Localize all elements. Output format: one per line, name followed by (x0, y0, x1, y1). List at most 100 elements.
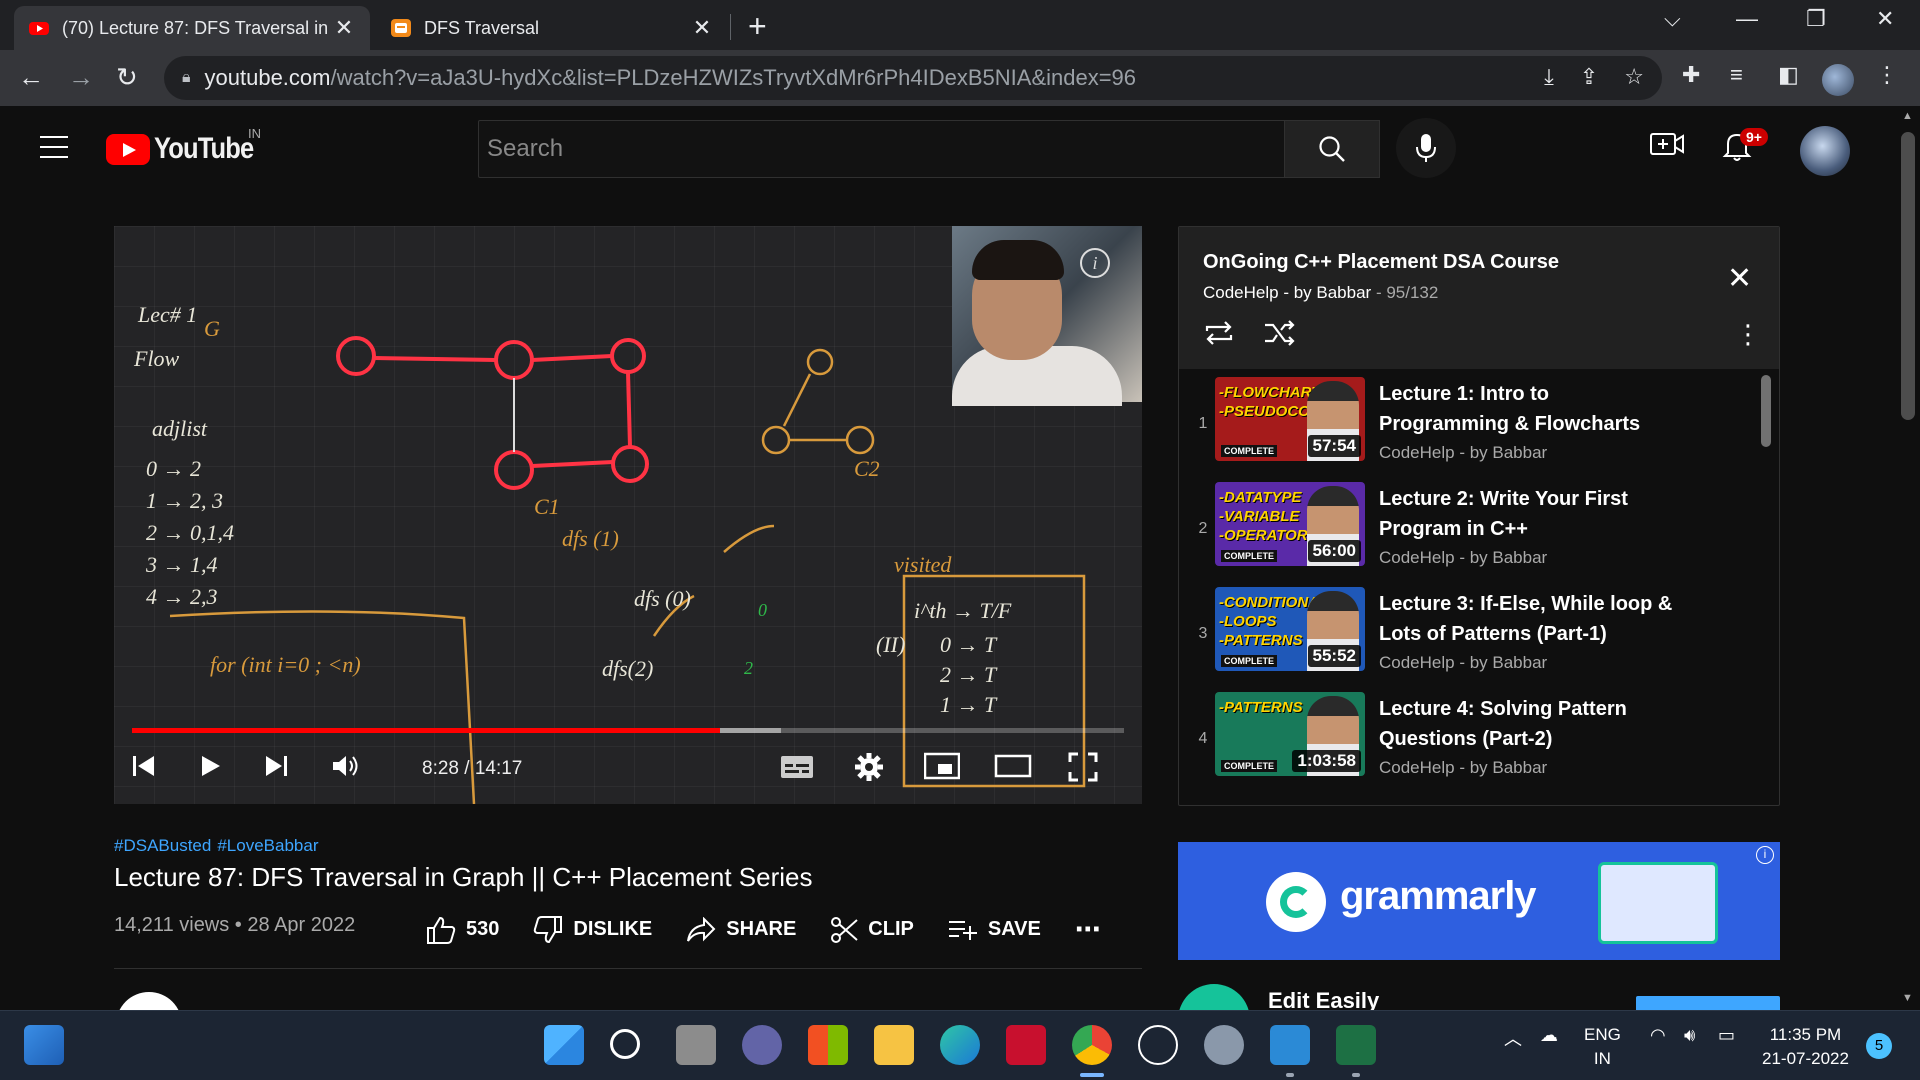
teams-chat-icon[interactable] (742, 1025, 782, 1065)
create-video-icon[interactable] (1650, 130, 1684, 166)
vscode-icon[interactable] (1270, 1025, 1310, 1065)
theater-mode-icon[interactable] (994, 752, 1032, 787)
user-avatar[interactable] (1800, 126, 1850, 176)
media-queue-icon[interactable]: ≡ (1730, 62, 1743, 88)
onedrive-cloud-icon[interactable]: ☁ (1540, 1025, 1558, 1046)
country-code: IN (248, 126, 261, 141)
share-page-icon[interactable]: ⇪ (1580, 64, 1598, 90)
menu-hamburger-icon[interactable] (40, 136, 68, 158)
restore-icon[interactable]: ❐ (1806, 6, 1826, 32)
task-view-icon[interactable] (676, 1025, 716, 1065)
playlist-item[interactable]: 4 -PATTERNS COMPLETE 1:03:58 Lecture 4: … (1179, 684, 1779, 789)
playlist-scrollbar[interactable] (1761, 375, 1771, 447)
tab-close-icon[interactable]: ✕ (690, 15, 714, 41)
battery-icon[interactable]: ▭ (1718, 1025, 1735, 1046)
install-app-icon[interactable]: ⤓ (1544, 64, 1554, 90)
share-button[interactable]: SHARE (686, 916, 796, 943)
minimize-icon[interactable]: — (1736, 6, 1758, 32)
settings-gear-icon[interactable] (854, 752, 884, 789)
dislike-button[interactable]: DISLIKE (533, 915, 652, 944)
shuffle-icon[interactable] (1263, 319, 1295, 352)
playlist-title[interactable]: OnGoing C++ Placement DSA Course (1203, 251, 1559, 274)
loop-playlist-icon[interactable] (1203, 319, 1235, 352)
forward-arrow-icon[interactable]: → (68, 62, 94, 93)
scrollbar-thumb[interactable] (1901, 132, 1915, 420)
speaker-icon[interactable]: 🔊︎ (1684, 1025, 1695, 1046)
windows-start-icon[interactable] (544, 1025, 584, 1065)
chrome-menu-icon[interactable]: ⋮ (1876, 62, 1898, 88)
address-bar[interactable]: 🔒︎ youtube.com/watch?v=aJa3U-hydXc&list=… (164, 56, 1662, 100)
video-thumbnail[interactable]: -FLOWCHART -PSEUDOCODE COMPLETE 57:54 (1215, 377, 1365, 461)
next-icon[interactable] (262, 752, 290, 787)
tab-youtube[interactable]: (70) Lecture 87: DFS Traversal in C ✕ (14, 6, 370, 50)
hashtag-link[interactable]: #DSABusted (114, 836, 211, 855)
bookmark-star-icon[interactable]: ☆ (1624, 64, 1644, 90)
browser-profile-avatar[interactable] (1822, 64, 1854, 96)
like-button[interactable]: 530 (426, 916, 499, 944)
language-indicator[interactable]: ENG IN (1584, 1023, 1621, 1071)
playlist-video-title[interactable]: Lecture 3: If-Else, While loop & Lots of… (1379, 589, 1679, 649)
voice-search-button[interactable] (1396, 118, 1456, 178)
page-scrollbar[interactable]: ▲ ▼ (1896, 106, 1920, 1010)
playlist-close-icon[interactable]: ✕ (1727, 261, 1752, 296)
side-panel-icon[interactable]: ◧ (1778, 62, 1799, 88)
playlist-item[interactable]: 2 -DATATYPE -VARIABLE -OPERATOR COMPLETE 5… (1179, 474, 1779, 579)
playlist-channel[interactable]: CodeHelp - by Babbar (1203, 283, 1371, 302)
tab-close-icon[interactable]: ✕ (332, 15, 356, 41)
extensions-puzzle-icon[interactable]: ✚ (1682, 62, 1700, 88)
mcafee-icon[interactable] (1006, 1025, 1046, 1065)
miniplayer-icon[interactable] (923, 752, 961, 787)
reload-icon[interactable]: ↻ (116, 62, 138, 93)
fullscreen-icon[interactable] (1068, 752, 1098, 789)
wifi-icon[interactable]: ◠ (1650, 1025, 1666, 1046)
secondary-ad[interactable]: Edit Easily (1178, 982, 1780, 1010)
playlist-video-title[interactable]: Lecture 1: Intro to Programming & Flowch… (1379, 379, 1679, 439)
scroll-down-arrow-icon[interactable]: ▼ (1902, 992, 1913, 1004)
excel-icon[interactable] (1336, 1025, 1376, 1065)
back-arrow-icon[interactable]: ← (18, 62, 44, 93)
search-taskbar-icon[interactable] (610, 1029, 640, 1059)
video-thumbnail[interactable]: -PATTERNS COMPLETE 1:03:58 (1215, 692, 1365, 776)
system-clock[interactable]: 11:35 PM 21-07-2022 (1762, 1023, 1849, 1071)
grammarly-ad-banner[interactable]: grammarly i (1178, 842, 1780, 960)
more-actions-icon[interactable]: ⋯ (1075, 914, 1101, 945)
tab-search-chevron-icon[interactable]: ⌵ (1664, 6, 1681, 32)
window-close-icon[interactable]: ✕ (1876, 6, 1894, 32)
save-button[interactable]: SAVE (948, 918, 1041, 942)
subtitles-icon[interactable] (780, 752, 814, 787)
chrome-icon[interactable] (1072, 1025, 1112, 1065)
tab-dfs-traversal[interactable]: DFS Traversal ✕ (376, 6, 728, 50)
ad-cta-button[interactable] (1636, 996, 1780, 1010)
search-button[interactable] (1284, 120, 1380, 178)
settings-taskbar-icon[interactable] (1204, 1025, 1244, 1065)
microsoft-store-icon[interactable] (808, 1025, 848, 1065)
thumbnail-text: -PATTERNS (1219, 698, 1303, 717)
video-thumbnail[interactable]: -CONDITIONALS -LOOPS -PATTERNS COMPLETE 55… (1215, 587, 1365, 671)
scroll-up-arrow-icon[interactable]: ▲ (1902, 110, 1913, 122)
playlist-more-icon[interactable]: ⋮ (1735, 319, 1761, 350)
tray-overflow-chevron-icon[interactable]: ︿ (1504, 1025, 1522, 1051)
clip-button[interactable]: CLIP (830, 916, 914, 944)
like-count: 530 (466, 918, 500, 940)
search-input[interactable] (487, 121, 1284, 177)
new-tab-icon[interactable]: + (748, 8, 767, 45)
playlist-video-title[interactable]: Lecture 4: Solving Pattern Questions (Pa… (1379, 694, 1679, 754)
youtube-logo[interactable]: YouTube IN (106, 126, 271, 166)
progress-bar[interactable] (132, 728, 1124, 733)
volume-icon[interactable] (330, 752, 362, 787)
notification-center-badge[interactable]: 5 (1866, 1033, 1892, 1059)
previous-icon[interactable] (130, 752, 158, 787)
playlist-item[interactable]: 3 -CONDITIONALS -LOOPS -PATTERNS COMPLETE … (1179, 579, 1779, 684)
playlist-video-title[interactable]: Lecture 2: Write Your First Program in C… (1379, 484, 1679, 544)
play-icon[interactable] (196, 752, 224, 787)
playlist-item[interactable]: 1 -FLOWCHART -PSEUDOCODE COMPLETE 57:54 L… (1179, 369, 1779, 474)
hashtag-link[interactable]: #LoveBabbar (217, 836, 318, 855)
ad-info-icon[interactable]: i (1756, 846, 1774, 864)
video-info-card-icon[interactable]: i (1080, 248, 1110, 278)
edge-browser-icon[interactable] (940, 1025, 980, 1065)
video-player[interactable]: Lec# 1 Flow adjlist 0 → 2 1 → 2, 3 2 → 0,1,4… (114, 226, 1142, 804)
dell-icon[interactable] (1138, 1025, 1178, 1065)
video-thumbnail[interactable]: -DATATYPE -VARIABLE -OPERATOR COMPLETE 56:… (1215, 482, 1365, 566)
widgets-icon[interactable] (24, 1025, 64, 1065)
file-explorer-icon[interactable] (874, 1025, 914, 1065)
